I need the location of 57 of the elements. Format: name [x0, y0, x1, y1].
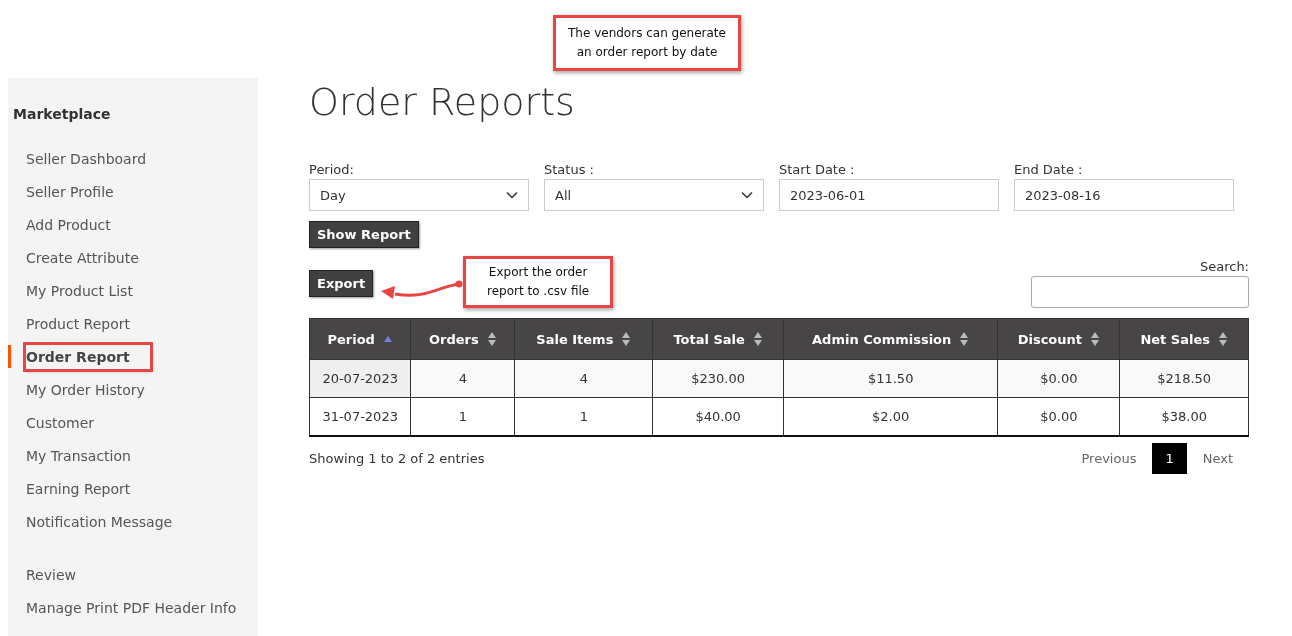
show-report-button[interactable]: Show Report [309, 221, 419, 248]
sidebar-item[interactable]: Seller Profile [26, 179, 114, 204]
annotation-callout: The vendors can generate an order report by date [553, 15, 741, 71]
table-cell: $2.00 [783, 397, 998, 436]
search-label: Search: [1199, 259, 1249, 274]
field-label: Start Date : [779, 162, 856, 177]
column-header[interactable]: Discount [997, 318, 1120, 360]
sidebar-item[interactable]: My Transaction [26, 443, 131, 468]
column-header[interactable]: Orders [410, 318, 515, 360]
entries-info: Showing 1 to 2 of 2 entries [309, 451, 485, 466]
export-button[interactable]: Export [309, 269, 374, 297]
table-cell: $230.00 [652, 359, 784, 398]
chevron-down-icon [741, 191, 753, 199]
sidebar-item[interactable]: Earning Report [26, 476, 131, 501]
date-field[interactable]: 2023-06-01 [779, 179, 999, 211]
sidebar-item[interactable]: My Product List [26, 278, 133, 303]
table-cell: $0.00 [997, 397, 1120, 436]
sidebar-item[interactable]: Review [26, 562, 76, 587]
sidebar-item[interactable]: My Order History [26, 377, 145, 402]
chevron-down-icon [506, 191, 518, 199]
sidebar-item[interactable]: Seller Dashboard [26, 146, 147, 171]
column-header[interactable]: Net Sales [1119, 318, 1249, 360]
column-header[interactable]: Sale Items [514, 318, 653, 360]
table-cell: 4 [514, 359, 653, 398]
sidebar-item[interactable]: Create Attribute [26, 245, 139, 270]
table-cell: 20-07-2023 [309, 359, 411, 398]
date-field[interactable]: 2023-08-16 [1014, 179, 1234, 211]
table-cell: 31-07-2023 [309, 397, 411, 436]
sidebar-item[interactable]: Manage Print PDF Header Info [26, 595, 237, 620]
annotation-callout: Export the order report to .csv file [463, 256, 614, 308]
sidebar-item[interactable]: Product Report [26, 311, 130, 336]
sidebar-item[interactable]: Add Product [26, 212, 111, 237]
column-header[interactable]: Period [309, 318, 411, 360]
sidebar-item[interactable]: Customer [26, 410, 94, 435]
table-cell: $0.00 [997, 359, 1120, 398]
sidebar-title: Marketplace [12, 106, 112, 122]
table-cell: 4 [410, 359, 515, 398]
table-cell: $38.00 [1119, 397, 1249, 436]
sidebar-item[interactable]: Notification Message [26, 509, 173, 534]
sidebar-item[interactable]: Order Report [26, 344, 150, 369]
table-cell: $218.50 [1119, 359, 1249, 398]
field-label: Period: [309, 162, 355, 177]
search-field[interactable] [1031, 276, 1249, 308]
table-cell: $11.50 [783, 359, 998, 398]
previous-link[interactable]: Previous [1065, 443, 1153, 474]
field-label: Status : [544, 162, 595, 177]
page-button[interactable]: 1 [1152, 443, 1187, 474]
column-header[interactable]: Total Sale [652, 318, 784, 360]
column-header[interactable]: Admin Commission [783, 318, 998, 360]
table-cell: $40.00 [652, 397, 784, 436]
page-title: Order Reports [309, 80, 576, 124]
dropdown-field[interactable]: All [544, 179, 764, 211]
field-label: End Date : [1014, 162, 1084, 177]
dropdown-field[interactable]: Day [309, 179, 529, 211]
table-cell: 1 [514, 397, 653, 436]
table-cell: 1 [410, 397, 515, 436]
next-link[interactable]: Next [1186, 443, 1249, 474]
